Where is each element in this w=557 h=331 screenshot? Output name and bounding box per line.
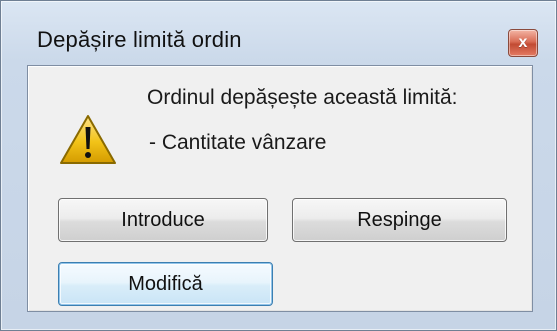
warning-icon [60, 115, 116, 164]
window-title: Depășire limită ordin [37, 27, 242, 52]
close-button[interactable]: x [508, 29, 538, 57]
respinge-button[interactable]: Respinge [292, 198, 507, 242]
modifica-button[interactable]: Modifică [58, 262, 273, 306]
title-bar[interactable]: Depășire limită ordin x [11, 13, 546, 61]
dialog-window: Depășire limită ordin x Ordinul depășeșt… [0, 0, 557, 331]
close-icon: x [518, 34, 528, 51]
introduce-button[interactable]: Introduce [58, 198, 268, 242]
dialog-body: Ordinul depășește această limită: - Cant… [27, 65, 533, 312]
message-text: Ordinul depășește această limită: [147, 86, 458, 109]
detail-text: - Cantitate vânzare [149, 131, 327, 154]
